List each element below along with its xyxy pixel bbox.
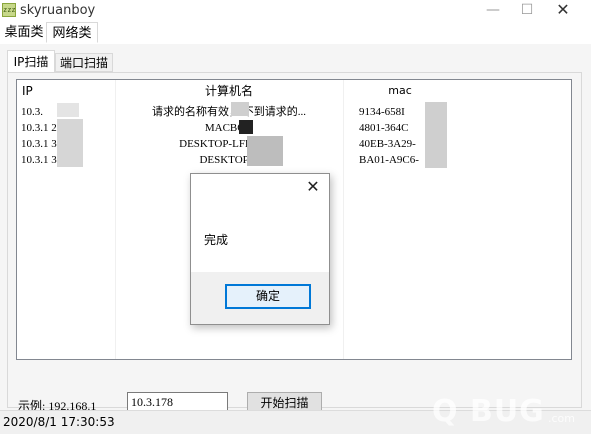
cell-mac: 4801-364C: [359, 122, 409, 134]
redaction-blur: [57, 103, 79, 117]
close-icon[interactable]: ✕: [303, 178, 323, 198]
sub-tab-strip: IP扫描 端口扫描: [7, 50, 582, 73]
title-bar: zzz skyruanboy — ☐ ✕: [0, 0, 591, 22]
window-title: skyruanboy: [20, 3, 96, 18]
site-watermark: Q BUG: [432, 394, 545, 429]
redaction-blur: [231, 102, 249, 116]
cell-name: DESKTOP-F: [199, 154, 259, 166]
redaction-blur: [57, 119, 83, 167]
cell-mac: 40EB-3A29-: [359, 138, 416, 150]
table-row[interactable]: 10.3.1 2 MACBOO 4801-364C: [17, 120, 571, 136]
column-header-mac[interactable]: mac: [343, 80, 457, 102]
main-tab-strip: 桌面类 网络类: [0, 22, 591, 45]
tab-ip-scan[interactable]: IP扫描: [7, 50, 55, 73]
tab-desktop[interactable]: 桌面类: [2, 22, 46, 43]
column-header-name[interactable]: 计算机名: [118, 80, 340, 102]
site-watermark-suffix: .com: [548, 412, 575, 425]
tab-network[interactable]: 网络类: [46, 22, 98, 43]
message-dialog: ✕ 完成 确定: [190, 173, 330, 325]
minimize-button[interactable]: —: [478, 0, 508, 22]
cell-ip: 10.3.1 3: [21, 138, 57, 150]
table-row[interactable]: 10.3.1 3 DESKTOP-F BA01-A9C6-: [17, 152, 571, 168]
cell-name: DESKTOP-LFI5TCQ.: [179, 138, 279, 150]
table-row[interactable]: 10.3.1 3 DESKTOP-LFI5TCQ. 40EB-3A29-: [17, 136, 571, 152]
redaction-blur: [239, 120, 253, 134]
cell-name: 请求的名称有效， 不到请求的...: [152, 106, 306, 118]
cell-ip: 10.3.1 3: [21, 154, 57, 166]
column-header-ip[interactable]: IP: [22, 80, 33, 102]
close-window-button[interactable]: ✕: [548, 0, 578, 22]
ok-button[interactable]: 确定: [225, 284, 311, 309]
table-row[interactable]: 10.3. 请求的名称有效， 不到请求的... 9134-658I: [17, 104, 571, 120]
redaction-blur: [247, 136, 283, 166]
app-icon: zzz: [2, 3, 16, 17]
status-datetime: 2020/8/1 17:30:53: [3, 415, 115, 429]
cell-name: MACBOO: [204, 122, 254, 134]
cell-ip: 10.3.1 2: [21, 122, 57, 134]
cell-mac: 9134-658I: [359, 106, 405, 118]
cell-mac: BA01-A9C6-: [359, 154, 419, 166]
redaction-blur: [425, 102, 447, 168]
tab-port-scan[interactable]: 端口扫描: [55, 53, 113, 72]
maximize-button[interactable]: ☐: [512, 0, 542, 22]
cell-ip: 10.3.: [21, 106, 43, 118]
dialog-message: 完成: [204, 233, 229, 247]
dialog-footer: 确定: [191, 272, 329, 324]
